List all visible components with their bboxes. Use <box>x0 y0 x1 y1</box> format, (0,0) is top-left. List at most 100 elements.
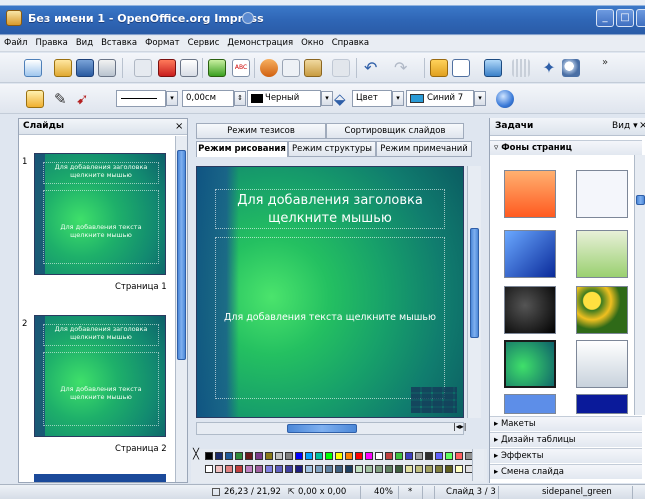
color-swatch[interactable] <box>405 465 413 473</box>
background-thumb-10[interactable] <box>576 394 628 414</box>
tab-normal-view[interactable]: Режим рисования <box>196 141 288 157</box>
redo-icon[interactable]: ↷ <box>394 59 412 77</box>
line-style-select[interactable] <box>116 90 166 107</box>
window-menu-icon[interactable] <box>242 12 254 24</box>
menu-edit[interactable]: Правка <box>31 36 71 48</box>
color-swatch[interactable] <box>365 452 373 460</box>
slides-scrollbar[interactable] <box>175 136 187 482</box>
slide-thumbnail-1[interactable]: Для добавления заголовка щелкните мышью … <box>34 153 166 275</box>
color-swatch[interactable] <box>325 465 333 473</box>
color-swatch[interactable] <box>305 452 313 460</box>
color-swatch[interactable] <box>205 465 213 473</box>
section-master-pages[interactable]: ▿ Фоны страниц <box>490 140 642 155</box>
color-swatch[interactable] <box>385 452 393 460</box>
line-width-spinner[interactable]: ⇕ <box>234 91 246 106</box>
color-swatch[interactable] <box>445 465 453 473</box>
color-swatch[interactable] <box>285 465 293 473</box>
color-swatch[interactable] <box>315 465 323 473</box>
background-thumb-5[interactable] <box>504 286 556 334</box>
line-color-dropdown[interactable]: ▾ <box>321 91 333 106</box>
edit-file-icon[interactable] <box>98 59 116 77</box>
color-swatch[interactable] <box>315 452 323 460</box>
color-swatch[interactable] <box>425 465 433 473</box>
color-swatch[interactable] <box>335 452 343 460</box>
color-swatch[interactable] <box>335 465 343 473</box>
color-swatch[interactable] <box>375 452 383 460</box>
background-thumb-6[interactable] <box>576 286 628 334</box>
spellcheck-icon[interactable] <box>208 59 226 77</box>
tab-outline-view[interactable]: Режим структуры <box>288 141 376 157</box>
background-thumb-8[interactable] <box>576 340 628 388</box>
color-swatch[interactable] <box>395 465 403 473</box>
color-swatch[interactable] <box>295 452 303 460</box>
export-pdf-icon[interactable] <box>158 59 176 77</box>
undo-icon[interactable]: ↶ <box>364 59 382 77</box>
background-thumb-1[interactable] <box>504 170 556 218</box>
save-icon[interactable] <box>76 59 94 77</box>
color-swatch[interactable] <box>215 452 223 460</box>
line-width-field[interactable]: 0,00см <box>182 90 234 107</box>
paste-icon[interactable] <box>304 59 322 77</box>
menu-insert[interactable]: Вставка <box>97 36 141 48</box>
email-icon[interactable] <box>134 59 152 77</box>
slide-thumbnail-2[interactable]: Для добавления заголовка щелкните мышью … <box>34 315 166 437</box>
color-swatch[interactable] <box>415 452 423 460</box>
area-style-dropdown[interactable]: ▾ <box>392 91 404 106</box>
background-thumb-2[interactable] <box>576 170 628 218</box>
color-swatch[interactable] <box>215 465 223 473</box>
tab-outline-notes[interactable]: Режим тезисов <box>196 123 326 139</box>
color-swatch[interactable] <box>255 465 263 473</box>
section-effects[interactable]: ▸ Эффекты <box>490 448 642 463</box>
toolbar-more-icon[interactable]: » <box>602 57 612 75</box>
color-swatch[interactable] <box>355 452 363 460</box>
background-thumb-4[interactable] <box>576 230 628 278</box>
color-swatch[interactable] <box>235 452 243 460</box>
minimize-button[interactable]: _ <box>596 9 614 27</box>
color-swatch[interactable] <box>375 465 383 473</box>
color-swatch[interactable] <box>455 452 463 460</box>
color-swatch[interactable] <box>325 452 333 460</box>
color-swatch[interactable] <box>275 465 283 473</box>
color-swatch[interactable] <box>275 452 283 460</box>
menu-view[interactable]: Вид <box>72 36 97 48</box>
tasks-view-menu[interactable]: Вид ▾ <box>612 121 638 131</box>
color-swatch[interactable] <box>225 465 233 473</box>
background-thumb-3[interactable] <box>504 230 556 278</box>
area-color-select[interactable]: Синий 7 <box>406 90 474 107</box>
zoom-icon[interactable] <box>562 59 580 77</box>
color-swatch[interactable] <box>205 452 213 460</box>
new-document-icon[interactable] <box>24 59 42 77</box>
menu-help[interactable]: Справка <box>328 36 373 48</box>
slide-vertical-scrollbar[interactable] <box>467 166 481 418</box>
print-icon[interactable] <box>180 59 198 77</box>
close-button[interactable] <box>636 9 645 27</box>
line-style-icon[interactable] <box>26 90 44 108</box>
area-style-select[interactable]: Цвет <box>352 90 392 107</box>
arrow-style-icon[interactable]: ➹ <box>76 90 94 108</box>
palette-scrollbar[interactable] <box>472 449 484 481</box>
slides-scrollbar-thumb[interactable] <box>177 150 186 360</box>
menu-format[interactable]: Формат <box>141 36 184 48</box>
section-slide-transition[interactable]: ▸ Смена слайда <box>490 464 642 479</box>
slide-hscroll-thumb[interactable] <box>287 424 357 433</box>
color-swatch[interactable] <box>265 465 273 473</box>
slide-title-placeholder[interactable]: Для добавления заголовка щелкните мышью <box>215 189 445 229</box>
section-layouts[interactable]: ▸ Макеты <box>490 416 642 431</box>
color-swatch[interactable] <box>245 465 253 473</box>
autospellcheck-icon[interactable]: ABC <box>232 59 250 77</box>
chart-icon[interactable] <box>430 59 448 77</box>
background-thumb-7-selected[interactable] <box>504 340 556 388</box>
tab-notes-view[interactable]: Режим примечаний <box>376 141 472 157</box>
color-swatch[interactable] <box>425 452 433 460</box>
color-swatch[interactable] <box>305 465 313 473</box>
impress-app-icon[interactable] <box>6 10 22 26</box>
color-swatch[interactable] <box>255 452 263 460</box>
color-swatch[interactable] <box>435 465 443 473</box>
slide-canvas[interactable]: Для добавления заголовка щелкните мышью … <box>196 166 464 418</box>
color-swatch[interactable] <box>345 452 353 460</box>
line-color-select[interactable]: Черный <box>247 90 321 107</box>
slide-nav-arrows-icon[interactable]: |◂▸| <box>453 422 466 431</box>
color-swatch[interactable] <box>445 452 453 460</box>
menu-window[interactable]: Окно <box>297 36 328 48</box>
tasks-scrollbar-thumb[interactable] <box>636 195 645 205</box>
